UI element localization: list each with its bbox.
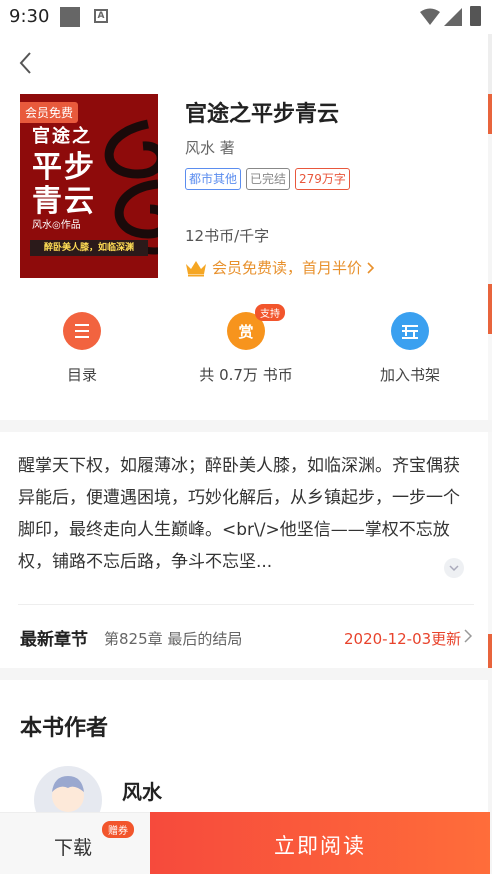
reward-icon: 赏 支持 xyxy=(227,304,285,350)
member-offer[interactable]: 会员免费读，首月半价 xyxy=(185,257,375,278)
back-arrow-icon[interactable] xyxy=(14,50,38,76)
bottom-bar: 下载 赠券 立即阅读 xyxy=(0,812,492,874)
wifi-icon xyxy=(420,8,440,25)
chevron-right-icon[interactable] xyxy=(464,629,472,643)
reward-button[interactable]: 赏 支持 共 0.7万 书币 xyxy=(176,304,316,385)
app-notification-icon: A xyxy=(94,9,108,23)
section-divider xyxy=(0,668,492,680)
catalog-label: 目录 xyxy=(66,366,97,384)
crown-icon xyxy=(186,260,206,276)
notification-icon xyxy=(60,7,80,27)
book-price: 12书币/千字 xyxy=(185,227,270,245)
read-now-button[interactable]: 立即阅读 xyxy=(150,812,490,874)
battery-icon xyxy=(470,6,481,26)
tag-status: 已完结 xyxy=(246,168,291,190)
book-tags: 都市其他 已完结 279万字 xyxy=(185,168,350,190)
author-name[interactable]: 风水 xyxy=(122,776,162,805)
cover-byline: 风水◎作品 xyxy=(32,220,81,231)
catalog-button[interactable]: 目录 xyxy=(12,312,152,385)
cover-tagline: 醉卧美人膝，如临深渊 xyxy=(30,240,148,256)
author-section-heading: 本书作者 xyxy=(20,716,109,741)
download-label: 下载 xyxy=(54,837,93,859)
latest-chapter-title[interactable]: 第825章 最后的结局 xyxy=(104,628,242,649)
add-to-shelf-label: 加入书架 xyxy=(379,366,440,384)
action-row: 目录 赏 支持 共 0.7万 书币 加入书架 xyxy=(0,304,492,396)
tag-word-count: 279万字 xyxy=(295,168,350,190)
book-title: 官途之平步青云 xyxy=(185,102,340,127)
reward-label: 共 0.7万 书币 xyxy=(199,366,293,384)
status-bar: 9:30 A xyxy=(0,0,492,34)
expand-chevron-icon[interactable] xyxy=(444,558,464,578)
support-badge: 支持 xyxy=(255,304,285,321)
reward-glyph: 赏 xyxy=(238,323,254,341)
read-now-label: 立即阅读 xyxy=(274,834,366,858)
gift-coupon-badge: 赠券 xyxy=(102,821,134,838)
intro-divider xyxy=(18,604,474,605)
member-free-badge: 会员免费 xyxy=(20,102,79,123)
signal-icon xyxy=(444,8,462,26)
tag-category[interactable]: 都市其他 xyxy=(185,168,242,190)
download-button[interactable]: 下载 赠券 xyxy=(0,812,150,874)
chevron-right-icon xyxy=(367,261,375,274)
list-icon xyxy=(63,312,101,350)
status-time: 9:30 xyxy=(9,6,50,27)
bookshelf-icon xyxy=(391,312,429,350)
section-divider xyxy=(0,420,492,432)
latest-update-date: 2020-12-03更新 xyxy=(344,630,462,648)
book-cover[interactable]: 会员免费 官途之 平步 青云 风水◎作品 醉卧美人膝，如临深渊 xyxy=(20,94,158,278)
member-offer-text: 会员免费读，首月半价 xyxy=(212,259,363,277)
cover-title-line3: 青云 xyxy=(32,184,96,219)
add-to-shelf-button[interactable]: 加入书架 xyxy=(340,312,480,385)
book-author[interactable]: 风水 著 xyxy=(185,137,235,158)
book-intro[interactable]: 醒掌天下权，如履薄冰；醉卧美人膝，如临深渊。齐宝偶获异能后，便遭遇困境，巧妙化解… xyxy=(18,450,464,578)
background-edge xyxy=(488,34,492,874)
latest-chapter-label: 最新章节 xyxy=(20,630,88,650)
